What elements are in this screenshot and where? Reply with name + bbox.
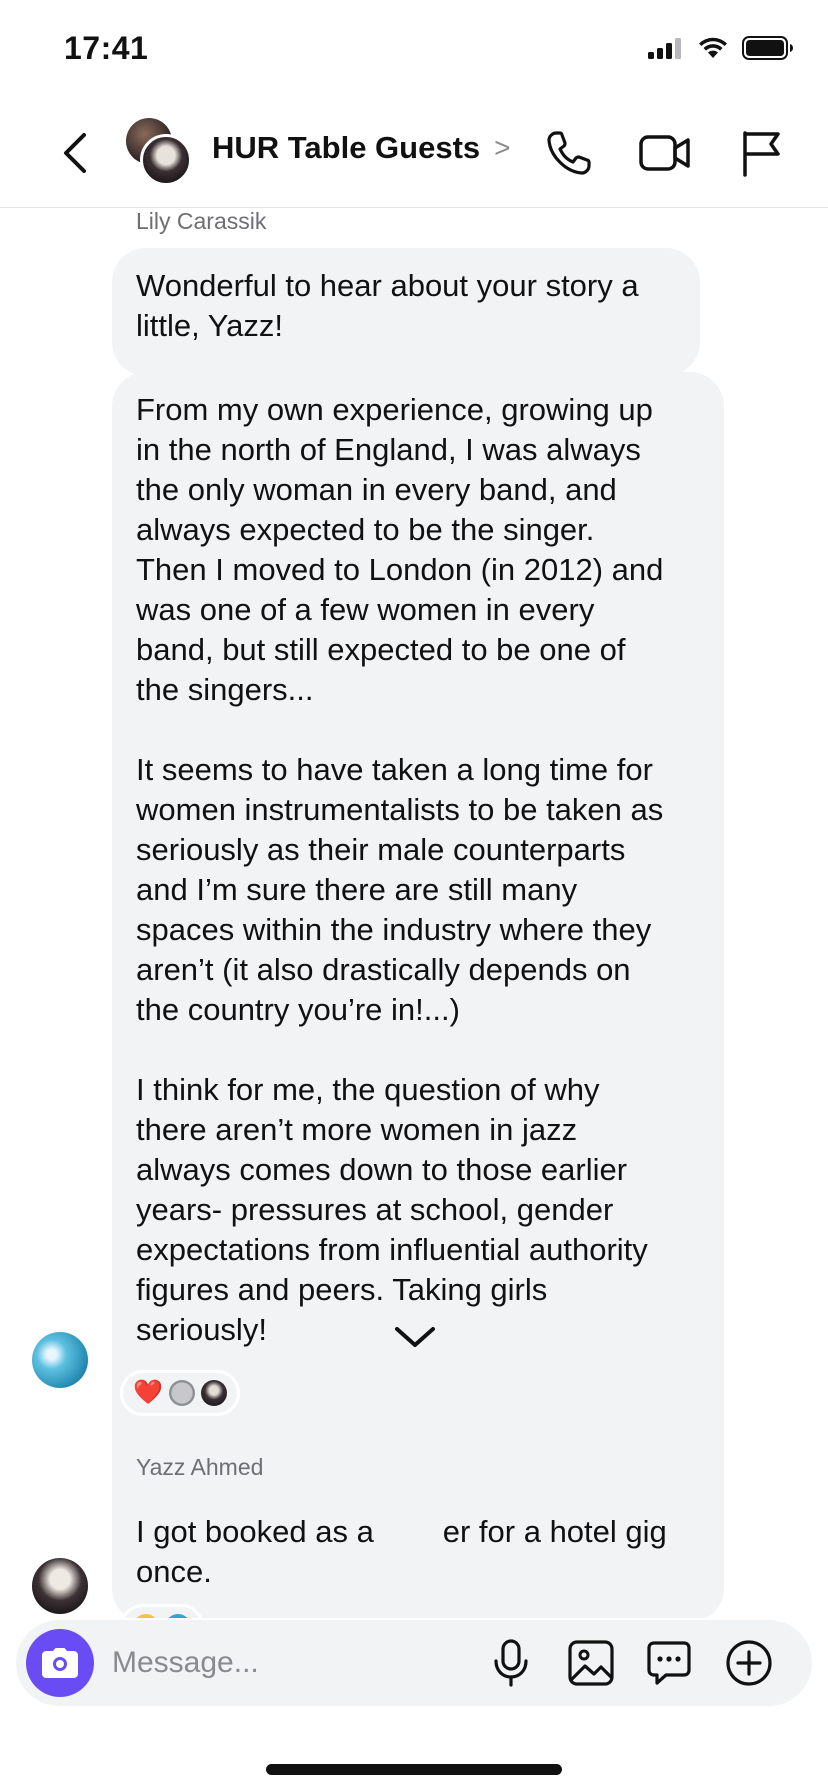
voice-message-button[interactable]: [486, 1638, 536, 1688]
reaction-emoji-icon: [133, 1614, 159, 1618]
group-avatar-front: [140, 134, 192, 186]
message-composer: [16, 1620, 812, 1706]
reactor-avatar-icon: [200, 1380, 227, 1406]
camera-icon: [42, 1648, 78, 1678]
chat-header: HUR Table Guests >: [0, 100, 828, 208]
sticker-chat-icon: [647, 1641, 691, 1685]
status-icons: [648, 36, 794, 60]
group-title: HUR Table Guests: [212, 130, 481, 165]
status-time: 17:41: [64, 30, 149, 66]
phone-icon: [547, 131, 591, 175]
chevron-left-icon: [64, 133, 86, 173]
more-options-button[interactable]: [724, 1638, 774, 1688]
audio-call-button[interactable]: [540, 124, 598, 182]
chevron-down-icon: [395, 1327, 435, 1347]
sender-name: Lily Carassik: [136, 208, 267, 234]
group-title-button[interactable]: HUR Table Guests >: [212, 130, 511, 166]
home-indicator[interactable]: [266, 1764, 562, 1775]
message-bubble[interactable]: Wonderful to hear about your story a lit…: [112, 248, 700, 376]
status-bar: 17:41: [0, 0, 828, 100]
camera-button[interactable]: [26, 1629, 94, 1697]
message-input[interactable]: [112, 1642, 472, 1684]
message-thread[interactable]: Lily Carassik Wonderful to hear about yo…: [0, 208, 828, 1618]
video-call-button[interactable]: [636, 124, 694, 182]
message-reactions[interactable]: [120, 1604, 204, 1618]
battery-icon: [742, 36, 793, 60]
cellular-signal-icon: [648, 38, 681, 59]
heart-reaction-icon: ❤️: [133, 1379, 163, 1406]
video-camera-icon: [639, 135, 690, 171]
scroll-to-bottom-button[interactable]: [386, 1308, 444, 1366]
reactor-avatar-icon: [165, 1614, 191, 1618]
flag-icon: [743, 131, 780, 177]
sender-avatar-lily[interactable]: [32, 1332, 88, 1388]
back-button[interactable]: [50, 128, 100, 178]
report-button[interactable]: [732, 124, 790, 182]
sticker-button[interactable]: [644, 1638, 694, 1688]
message-bubble[interactable]: I got booked as a er for a hotel gig onc…: [112, 1494, 724, 1618]
add-circle-icon: [726, 1640, 772, 1686]
reactor-avatar-icon: [168, 1380, 195, 1406]
microphone-icon: [494, 1639, 528, 1687]
wifi-icon: [699, 37, 727, 58]
gallery-button[interactable]: [566, 1638, 616, 1688]
group-avatar[interactable]: [126, 118, 194, 186]
message-reactions[interactable]: ❤️: [120, 1370, 240, 1416]
sender-name: Yazz Ahmed: [136, 1454, 264, 1480]
image-icon: [568, 1640, 614, 1686]
sender-avatar-yazz[interactable]: [32, 1558, 88, 1614]
chevron-right-icon: >: [494, 132, 511, 163]
